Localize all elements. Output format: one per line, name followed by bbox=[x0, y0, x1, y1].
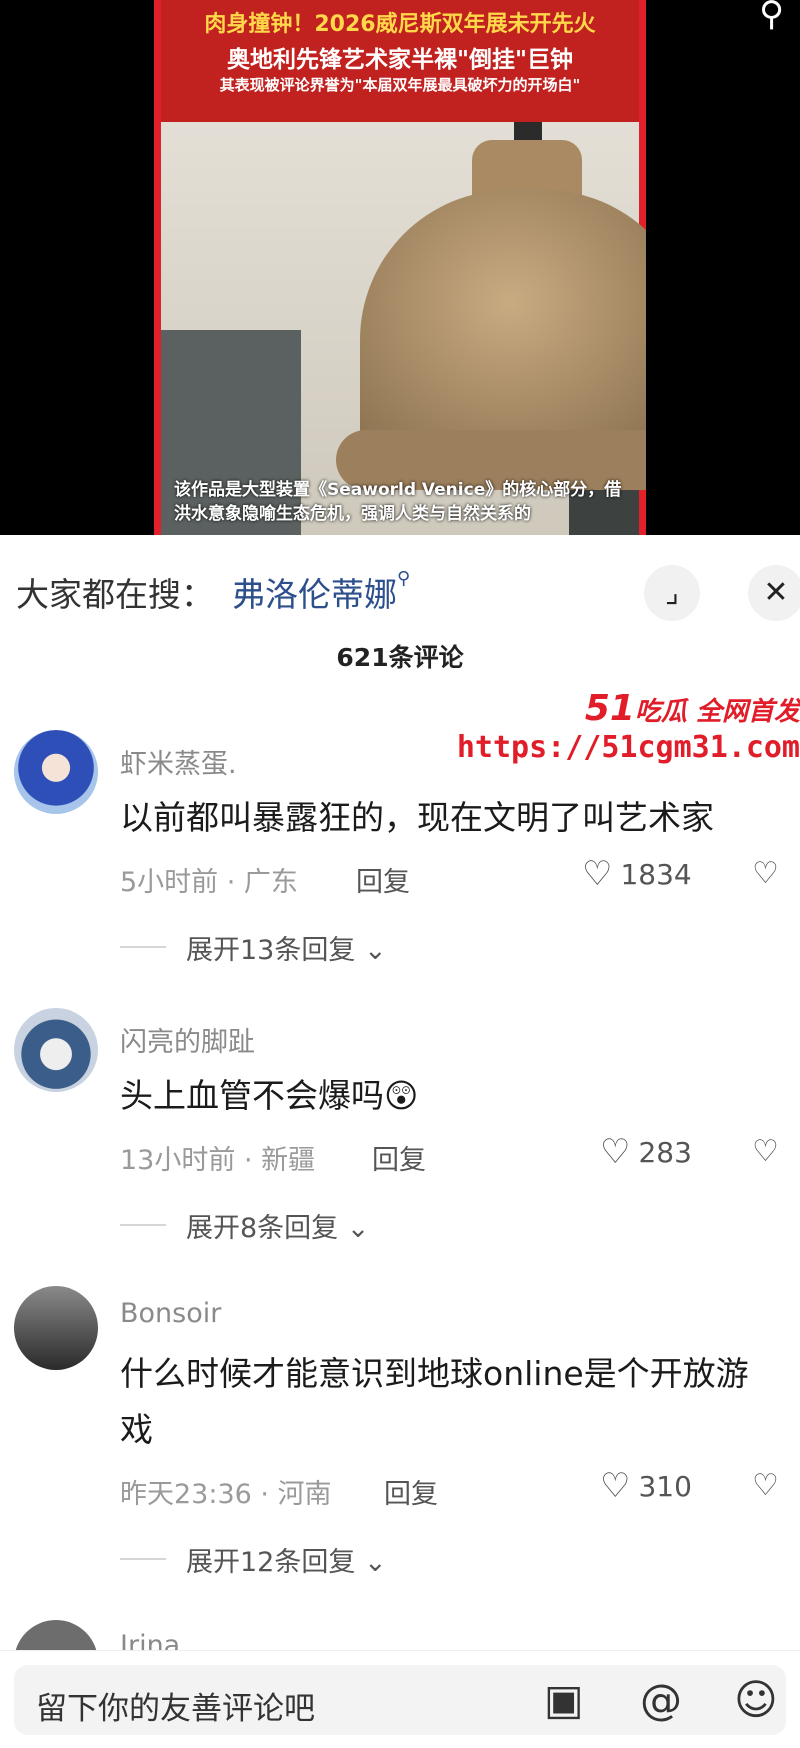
watermark-url: https://51cgm31.com bbox=[440, 730, 800, 765]
expand-divider bbox=[120, 1558, 166, 1560]
comment-count: 621条评论 bbox=[336, 643, 464, 672]
at-icon[interactable]: @ bbox=[640, 1675, 682, 1725]
expand-replies-label: 展开12条回复 bbox=[186, 1547, 356, 1578]
expand-replies-label: 展开13条回复 bbox=[186, 935, 356, 966]
like-count: 310 bbox=[638, 1469, 692, 1503]
like-count: 1834 bbox=[620, 857, 692, 891]
reply-button[interactable]: 回复 bbox=[372, 1138, 426, 1177]
like-count: 283 bbox=[638, 1135, 692, 1169]
comment-username[interactable]: 闪亮的脚趾 bbox=[120, 1020, 255, 1059]
video-title-line3: 其表现被评论界誉为"本届双年展最具破坏力的开场白" bbox=[219, 76, 581, 94]
watermark: 51吃瓜 全网首发 https://51cgm31.com bbox=[440, 688, 800, 768]
watermark-number: 51 bbox=[584, 688, 635, 729]
red-border-left bbox=[154, 0, 161, 535]
expand-divider bbox=[120, 1224, 166, 1226]
watermark-line1: 51吃瓜 全网首发 bbox=[585, 688, 800, 729]
dislike-icon[interactable]: ♡ bbox=[752, 1134, 779, 1169]
dislike-icon[interactable]: ♡ bbox=[752, 856, 779, 891]
dislike-icon[interactable]: ♡ bbox=[752, 1468, 779, 1503]
video-player[interactable]: 肉身撞钟！2026威尼斯双年展未开先火 奥地利先锋艺术家半裸"倒挂"巨钟 其表现… bbox=[0, 0, 800, 535]
emoji-icon[interactable]: ☺ bbox=[734, 1675, 778, 1725]
search-icon: ⚲ bbox=[397, 568, 411, 589]
close-button[interactable]: ✕ bbox=[748, 565, 800, 621]
like-button[interactable]: ♡ 1834 bbox=[582, 854, 692, 894]
reply-button[interactable]: 回复 bbox=[356, 860, 410, 899]
comment-input[interactable]: 留下你的友善评论吧 ▣ @ ☺ bbox=[14, 1665, 786, 1735]
comment-text: 头上血管不会爆吗😲 bbox=[120, 1076, 419, 1115]
comment-username[interactable]: Bonsoir bbox=[120, 1298, 221, 1329]
avatar[interactable] bbox=[14, 1286, 98, 1370]
like-button[interactable]: ♡ 310 bbox=[600, 1466, 692, 1506]
expand-replies-button[interactable]: 展开8条回复 ⌄ bbox=[186, 1206, 369, 1245]
expand-replies-button[interactable]: 展开13条回复 ⌄ bbox=[186, 928, 387, 967]
trending-label: 大家都在搜： bbox=[16, 575, 214, 614]
comment-text: 以前都叫暴露狂的，现在文明了叫艺术家 bbox=[120, 798, 714, 837]
comment-text: 什么时候才能意识到地球online是个开放游戏 bbox=[120, 1354, 749, 1449]
heart-icon: ♡ bbox=[600, 1466, 631, 1506]
chevron-down-icon: ⌄ bbox=[363, 1547, 387, 1578]
comment-meta: 昨天23:36 · 河南 bbox=[120, 1479, 332, 1510]
trending-keyword-text: 弗洛伦蒂娜 bbox=[232, 575, 397, 614]
expand-button[interactable]: ⌟ bbox=[644, 565, 700, 621]
expand-divider bbox=[120, 946, 166, 948]
avatar[interactable] bbox=[14, 1008, 98, 1092]
trending-keyword[interactable]: 弗洛伦蒂娜⚲ bbox=[232, 568, 410, 616]
video-subtitle: 该作品是大型装置《Seaworld Venice》的核心部分，借洪水意象隐喻生态… bbox=[174, 480, 622, 524]
video-title-line2: 奥地利先锋艺术家半裸"倒挂"巨钟 bbox=[227, 47, 573, 73]
image-icon[interactable]: ▣ bbox=[544, 1675, 584, 1725]
video-title-band: 肉身撞钟！2026威尼斯双年展未开先火 奥地利先锋艺术家半裸"倒挂"巨钟 其表现… bbox=[161, 0, 639, 122]
expand-replies-button[interactable]: 展开12条回复 ⌄ bbox=[186, 1540, 387, 1579]
expand-replies-label: 展开8条回复 bbox=[186, 1213, 339, 1244]
reply-button[interactable]: 回复 bbox=[384, 1472, 438, 1511]
comment-meta: 13小时前 · 新疆 bbox=[120, 1145, 316, 1176]
watermark-text: 吃瓜 全网首发 bbox=[634, 697, 800, 727]
video-title-line1: 肉身撞钟！2026威尼斯双年展未开先火 bbox=[204, 12, 596, 37]
close-icon: ✕ bbox=[763, 575, 789, 610]
heart-icon: ♡ bbox=[582, 854, 613, 894]
comment-input-placeholder: 留下你的友善评论吧 bbox=[36, 1691, 315, 1727]
comment-meta: 5小时前 · 广东 bbox=[120, 867, 298, 898]
expand-icon: ⌟ bbox=[664, 575, 680, 610]
chevron-down-icon: ⌄ bbox=[363, 935, 387, 966]
chevron-down-icon: ⌄ bbox=[346, 1213, 370, 1244]
like-button[interactable]: ♡ 283 bbox=[600, 1132, 692, 1172]
video-frame: 肉身撞钟！2026威尼斯双年展未开先火 奥地利先锋艺术家半裸"倒挂"巨钟 其表现… bbox=[154, 0, 646, 535]
heart-icon: ♡ bbox=[600, 1132, 631, 1172]
trending-search-bar: 大家都在搜： 弗洛伦蒂娜⚲ ⌟ ✕ bbox=[0, 535, 800, 625]
search-icon[interactable]: ⚲ bbox=[759, 0, 784, 34]
avatar[interactable] bbox=[14, 730, 98, 814]
comment-input-bar: 留下你的友善评论吧 ▣ @ ☺ bbox=[0, 1650, 800, 1748]
comment-username[interactable]: 虾米蒸蛋. bbox=[120, 742, 237, 781]
